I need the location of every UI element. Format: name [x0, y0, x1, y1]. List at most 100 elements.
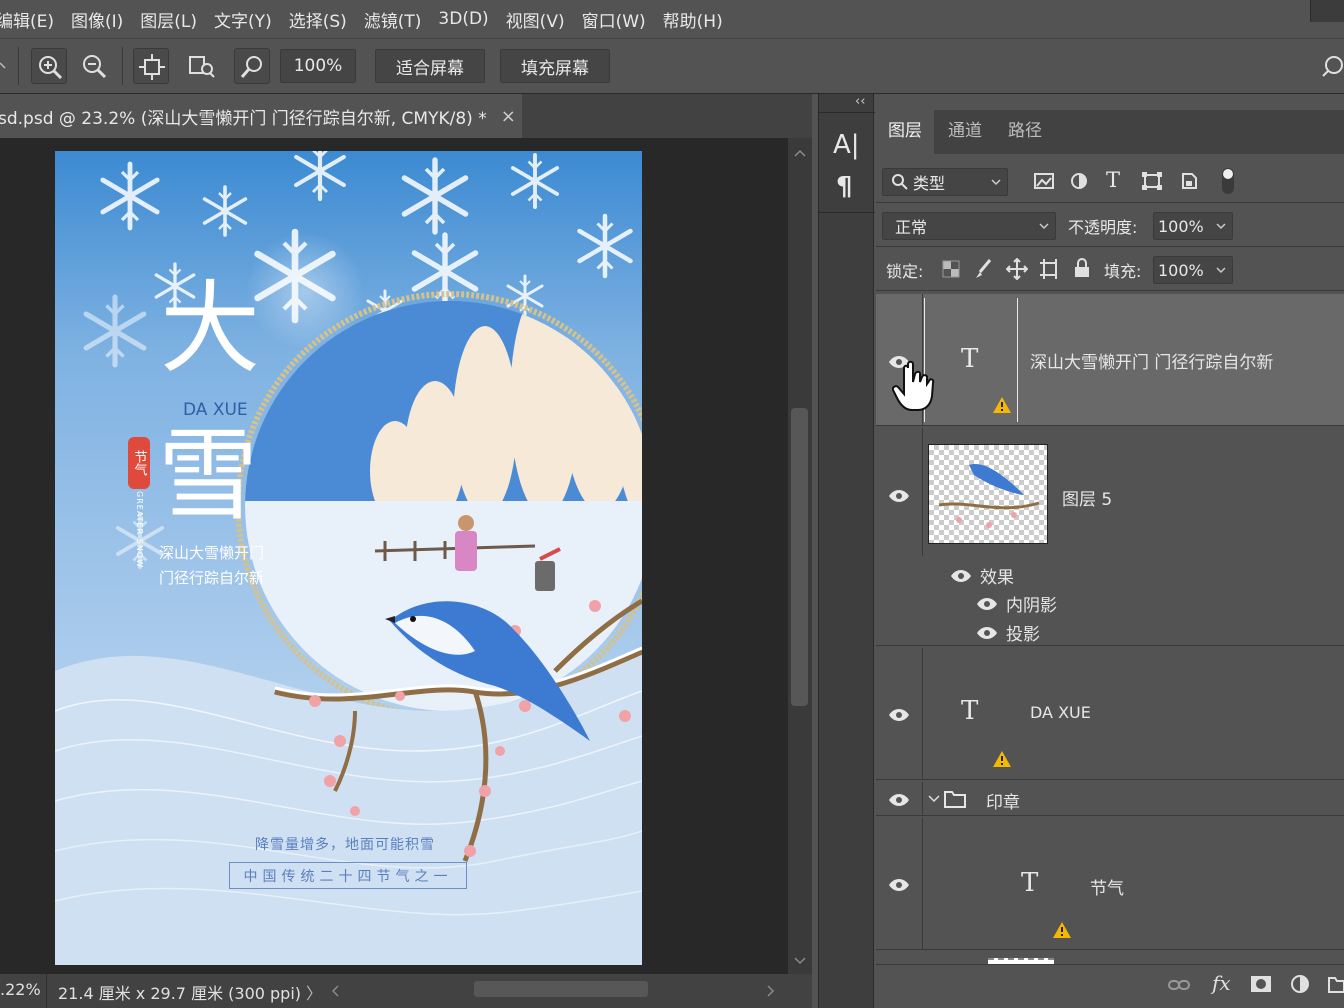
layer-name: DA XUE	[1030, 703, 1091, 722]
menu-edit[interactable]: 编辑(E)	[0, 7, 54, 32]
menu-window[interactable]: 窗口(W)	[582, 7, 646, 32]
menu-3d[interactable]: 3D(D)	[438, 9, 488, 29]
menu-select[interactable]: 选择(S)	[289, 7, 347, 32]
blend-mode-select[interactable]: 正常	[882, 212, 1056, 240]
lock-all-icon[interactable]	[1074, 258, 1090, 278]
fit-screen-button[interactable]: 适合屏幕	[375, 49, 485, 83]
filter-type-icon[interactable]: T	[1106, 168, 1120, 192]
menu-type[interactable]: 文字(Y)	[214, 7, 272, 32]
layer-row-text-daxue[interactable]: T DA XUE	[876, 648, 1344, 780]
close-tab-icon[interactable]: ×	[501, 106, 516, 127]
zoom-all-windows-button[interactable]	[183, 48, 219, 84]
zoom-out-button[interactable]	[76, 48, 112, 84]
lock-transparent-icon[interactable]	[942, 260, 960, 278]
character-panel-icon[interactable]: A|	[833, 130, 860, 160]
warning-icon	[1053, 922, 1071, 938]
filter-toggle[interactable]	[1222, 168, 1234, 194]
add-mask-icon[interactable]	[1250, 975, 1272, 993]
layer-row-text-jieqi[interactable]: T 节气	[876, 818, 1344, 950]
lock-artboard-icon[interactable]	[1040, 259, 1060, 279]
resize-windows-button[interactable]	[133, 48, 169, 84]
tab-layers[interactable]: 图层	[876, 110, 934, 154]
visibility-eye-icon[interactable]	[888, 792, 910, 806]
visibility-eye-icon[interactable]	[888, 877, 910, 891]
text-layer-icon: T	[1021, 868, 1039, 898]
fill-input[interactable]: 100%	[1153, 256, 1233, 284]
layer-row-image-5[interactable]: 图层 5 效果 内阴影 投影	[876, 428, 1344, 646]
filter-shape-icon[interactable]	[1142, 172, 1162, 190]
chevron-down-icon	[991, 179, 1001, 186]
divider	[18, 47, 19, 85]
document-tab[interactable]: sd.psd @ 23.2% (深山大雪懒开门 门径行踪自尔新, CMYK/8)…	[0, 94, 522, 138]
scroll-left-icon[interactable]	[330, 982, 342, 1000]
filter-pixel-icon[interactable]	[1034, 172, 1054, 190]
layer-filter-select[interactable]: 类型	[882, 168, 1008, 196]
lock-label: 锁定:	[886, 262, 924, 281]
layer-row-text-poem[interactable]: T 深山大雪懒开门 门径行踪自尔新	[876, 294, 1344, 426]
group-expand-chevron-icon[interactable]	[928, 794, 940, 804]
poster-canvas[interactable]: 大 DA XUE 雪 节气 GREATER SNOW 深山大雪懒开门 门径行踪自…	[55, 151, 642, 965]
collapsed-panel-strip: ‹‹ A| ¶	[818, 94, 875, 1008]
menu-view[interactable]: 视图(V)	[506, 7, 565, 32]
layer-name: 印章	[986, 793, 1020, 813]
paragraph-panel-icon[interactable]: ¶	[836, 172, 853, 202]
menu-image[interactable]: 图像(I)	[71, 7, 123, 32]
poster-box-text: 中国传统二十四节气之一	[229, 862, 467, 889]
fill-screen-button[interactable]: 填充屏幕	[500, 49, 610, 83]
effect-inner-shadow[interactable]: 内阴影	[1006, 591, 1057, 616]
drop-shadow-eye-icon[interactable]	[976, 625, 998, 639]
effects-visibility-eye-icon[interactable]	[950, 568, 972, 582]
search-icon[interactable]	[1322, 55, 1344, 77]
vertical-scroll-thumb[interactable]	[791, 408, 808, 706]
divider	[876, 246, 1344, 247]
menu-layer[interactable]: 图层(L)	[140, 7, 197, 32]
resize-window-icon	[139, 54, 165, 80]
layer-name: 图层 5	[1062, 490, 1113, 510]
poster-poem-line-2: 门径行踪自尔新	[159, 569, 265, 587]
divider	[922, 818, 923, 950]
panel-tabs: 图层 通道 路径	[876, 110, 1344, 154]
visibility-eye-icon[interactable]	[888, 707, 910, 721]
layer-row-group-seal[interactable]: 印章	[876, 782, 1344, 816]
effects-label[interactable]: 效果	[980, 563, 1014, 588]
poster-poem-line-1: 深山大雪懒开门	[159, 544, 265, 562]
tab-channels[interactable]: 通道	[936, 110, 994, 154]
window-control[interactable]	[1310, 0, 1344, 22]
effect-drop-shadow[interactable]: 投影	[1006, 620, 1040, 645]
visibility-eye-icon[interactable]	[888, 488, 910, 502]
collapse-panels-icon[interactable]: ‹‹	[855, 94, 865, 109]
link-layers-icon[interactable]	[1168, 977, 1190, 993]
scroll-right-icon[interactable]	[764, 982, 776, 1000]
divider	[922, 782, 923, 816]
poster-seal: 节气	[128, 437, 150, 489]
layer-filter-label: 类型	[913, 174, 946, 193]
new-group-icon[interactable]	[1328, 975, 1344, 993]
lock-position-icon[interactable]	[1006, 258, 1028, 280]
add-layer-style-icon[interactable]: fx	[1212, 971, 1231, 995]
text-layer-icon: T	[961, 344, 979, 374]
horizontal-scroll-thumb[interactable]	[474, 981, 648, 997]
zoom-percent-button[interactable]: 100%	[280, 49, 356, 83]
adjustment-layer-icon[interactable]	[1290, 974, 1312, 996]
scrubby-zoom-button[interactable]	[234, 48, 270, 84]
menu-filter[interactable]: 滤镜(T)	[364, 7, 422, 32]
filter-adjustment-icon[interactable]	[1070, 172, 1088, 190]
menu-help[interactable]: 帮助(H)	[663, 7, 723, 32]
opacity-input[interactable]: 100%	[1153, 212, 1233, 240]
filter-smart-object-icon[interactable]	[1180, 172, 1198, 190]
search-icon	[892, 174, 908, 190]
layer-name: 节气	[1090, 879, 1124, 899]
divider	[876, 290, 1344, 291]
zoom-in-icon	[39, 56, 63, 80]
zoom-in-button[interactable]	[31, 48, 67, 84]
status-menu-arrow-icon[interactable]: 〉	[306, 980, 322, 1004]
tab-paths[interactable]: 路径	[996, 110, 1054, 154]
poster-tagline: 降雪量增多，地面可能积雪	[255, 837, 435, 853]
zoom-status[interactable]: .22%	[0, 980, 41, 999]
layers-panel-footer: fx	[876, 964, 1344, 1008]
tool-preset-chevron-icon[interactable]	[0, 59, 6, 75]
inner-shadow-eye-icon[interactable]	[976, 596, 998, 610]
lock-pixels-brush-icon[interactable]	[974, 258, 994, 280]
fill-label: 填充:	[1104, 262, 1142, 281]
divider	[922, 428, 923, 556]
